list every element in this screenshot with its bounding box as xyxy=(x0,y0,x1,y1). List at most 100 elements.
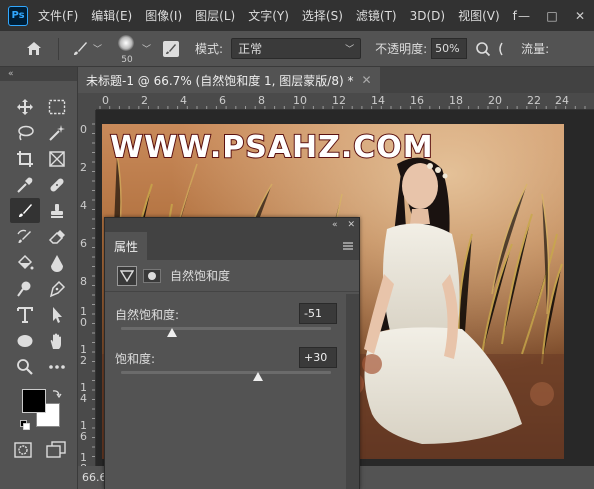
eyedropper-tool-icon[interactable] xyxy=(10,172,40,197)
ruler-label: 4 xyxy=(180,94,187,107)
paint-bucket-tool-icon[interactable] xyxy=(10,250,40,275)
menu-view[interactable]: 视图(V) xyxy=(458,7,500,24)
eraser-tool-icon[interactable] xyxy=(42,224,72,249)
menu-layer[interactable]: 图层(L) xyxy=(195,7,235,24)
default-colors-icon[interactable] xyxy=(20,419,30,430)
ruler-label: 6 xyxy=(80,237,87,250)
tools-panel: « xyxy=(0,67,78,489)
magic-wand-tool-icon[interactable] xyxy=(42,120,72,145)
mode-select[interactable]: 正常 ﹀ xyxy=(231,38,362,59)
photoshop-window: Ps 文件(F) 编辑(E) 图像(I) 图层(L) 文字(Y) 选择(S) 滤… xyxy=(0,0,594,489)
options-bar: ﹀ 50 ﹀ 模式: 正常 ﹀ 不透明度: 50% 流量: xyxy=(0,31,594,67)
close-icon[interactable]: ✕ xyxy=(361,73,371,87)
chevron-down-icon: ﹀ xyxy=(93,45,103,55)
panel-menu-icon[interactable] xyxy=(343,240,353,250)
horizontal-ruler[interactable]: 0 2 4 6 8 10 12 14 16 18 20 22 24 xyxy=(96,93,594,110)
tool-preset-picker[interactable]: ﹀ xyxy=(71,40,102,58)
close-button[interactable]: ✕ xyxy=(566,6,594,26)
menu-3d[interactable]: 3D(D) xyxy=(410,9,445,23)
divider xyxy=(58,37,59,60)
foreground-color-swatch[interactable] xyxy=(22,389,46,413)
toolbar-collapse-button[interactable]: « xyxy=(0,67,77,81)
layer-mask-icon[interactable] xyxy=(143,268,161,283)
path-selection-tool-icon[interactable] xyxy=(42,302,72,327)
opacity-input[interactable]: 50% xyxy=(431,38,468,59)
lasso-tool-icon[interactable] xyxy=(10,120,40,145)
tool-grid xyxy=(0,81,77,379)
menu-type[interactable]: 文字(Y) xyxy=(248,7,289,24)
panel-collapse-button[interactable]: « xyxy=(332,220,338,230)
brush-tip-preview xyxy=(118,34,135,51)
ruler-label: 1 8 xyxy=(80,451,87,466)
swap-colors-icon[interactable] xyxy=(52,387,62,399)
saturation-label: 饱和度: xyxy=(115,352,156,366)
brush-size-picker[interactable]: 50 xyxy=(114,33,138,65)
crop-tool-icon[interactable] xyxy=(10,146,40,171)
properties-panel: « ✕ 属性 自然饱和度 自然饱和度: -51 饱和度: +30 xyxy=(104,217,360,489)
hand-tool-icon[interactable] xyxy=(42,328,72,353)
frame-tool-icon[interactable] xyxy=(42,146,72,171)
brush-tool-icon[interactable] xyxy=(10,198,40,223)
zoom-tool-icon[interactable] xyxy=(10,354,40,379)
dodge-tool-icon[interactable] xyxy=(10,276,40,301)
maximize-button[interactable]: □ xyxy=(538,6,566,26)
minimize-button[interactable]: — xyxy=(510,6,538,26)
panel-scrollbar[interactable] xyxy=(346,294,359,489)
saturation-input[interactable]: +30 xyxy=(299,347,337,368)
vibrance-slider-track[interactable] xyxy=(121,327,331,330)
move-tool-icon[interactable] xyxy=(10,94,40,119)
ruler-label: 12 xyxy=(332,94,346,107)
ruler-label: 10 xyxy=(293,94,307,107)
history-brush-tool-icon[interactable] xyxy=(10,224,40,249)
ruler-label: 6 xyxy=(219,94,226,107)
healing-brush-tool-icon[interactable] xyxy=(42,172,72,197)
ruler-label: 24 xyxy=(555,94,569,107)
tab-properties[interactable]: 属性 xyxy=(105,232,148,260)
ruler-label: 16 xyxy=(410,94,424,107)
saturation-slider-track[interactable] xyxy=(121,371,331,374)
vibrance-input[interactable]: -51 xyxy=(299,303,337,324)
vibrance-slider-thumb[interactable] xyxy=(167,328,178,337)
ellipse-tool-icon[interactable] xyxy=(10,328,40,353)
document-tab[interactable]: 未标题-1 @ 66.7% (自然饱和度 1, 图层蒙版/8) * ✕ xyxy=(78,67,380,93)
type-tool-icon[interactable] xyxy=(10,302,40,327)
menu-image[interactable]: 图像(I) xyxy=(145,7,182,24)
panel-close-button[interactable]: ✕ xyxy=(347,220,355,230)
more-tools-icon[interactable] xyxy=(42,354,72,379)
vibrance-row: 自然饱和度: -51 xyxy=(105,294,347,338)
home-icon[interactable] xyxy=(22,37,46,61)
vibrance-label: 自然饱和度: xyxy=(115,308,180,322)
mode-label: 模式: xyxy=(195,42,224,56)
adjustment-header: 自然饱和度 xyxy=(105,260,359,292)
vibrance-adjustment-icon[interactable] xyxy=(117,265,137,286)
menu-select[interactable]: 选择(S) xyxy=(302,7,343,24)
quick-mask-icon[interactable] xyxy=(14,442,32,458)
marquee-tool-icon[interactable] xyxy=(42,94,72,119)
ruler-origin[interactable] xyxy=(78,93,96,110)
ruler-label: 1 6 xyxy=(80,419,87,443)
menu-filter[interactable]: 滤镜(T) xyxy=(356,7,397,24)
chevron-down-icon[interactable]: ﹀ xyxy=(142,42,151,55)
stamp-tool-icon[interactable] xyxy=(42,198,72,223)
blur-tool-icon[interactable] xyxy=(42,250,72,275)
ruler-label: 1 0 xyxy=(80,305,87,329)
ruler-label: 1 4 xyxy=(80,381,87,405)
vertical-ruler[interactable]: 0 2 4 6 8 1 0 1 2 1 4 1 6 1 8 xyxy=(78,110,96,466)
panel-title-bar[interactable]: « ✕ xyxy=(105,218,359,232)
zoom-level[interactable]: 66.6 xyxy=(82,471,107,484)
ruler-label: 18 xyxy=(449,94,463,107)
adjustment-title: 自然饱和度 xyxy=(170,269,231,283)
ruler-label: 4 xyxy=(80,199,87,212)
adjustment-properties: 自然饱和度: -51 饱和度: +30 xyxy=(105,294,347,489)
pressure-opacity-icon[interactable] xyxy=(473,39,493,59)
paren-icon xyxy=(495,39,505,59)
menu-file[interactable]: 文件(F) xyxy=(38,7,78,24)
chevron-down-icon: ﹀ xyxy=(345,45,355,55)
brush-settings-icon[interactable] xyxy=(161,39,181,59)
flow-label: 流量: xyxy=(521,42,550,56)
saturation-slider-thumb[interactable] xyxy=(252,372,263,381)
screen-mode-icon[interactable] xyxy=(46,441,66,459)
pen-tool-icon[interactable] xyxy=(42,276,72,301)
mode-value: 正常 xyxy=(238,42,263,56)
menu-edit[interactable]: 编辑(E) xyxy=(91,7,132,24)
